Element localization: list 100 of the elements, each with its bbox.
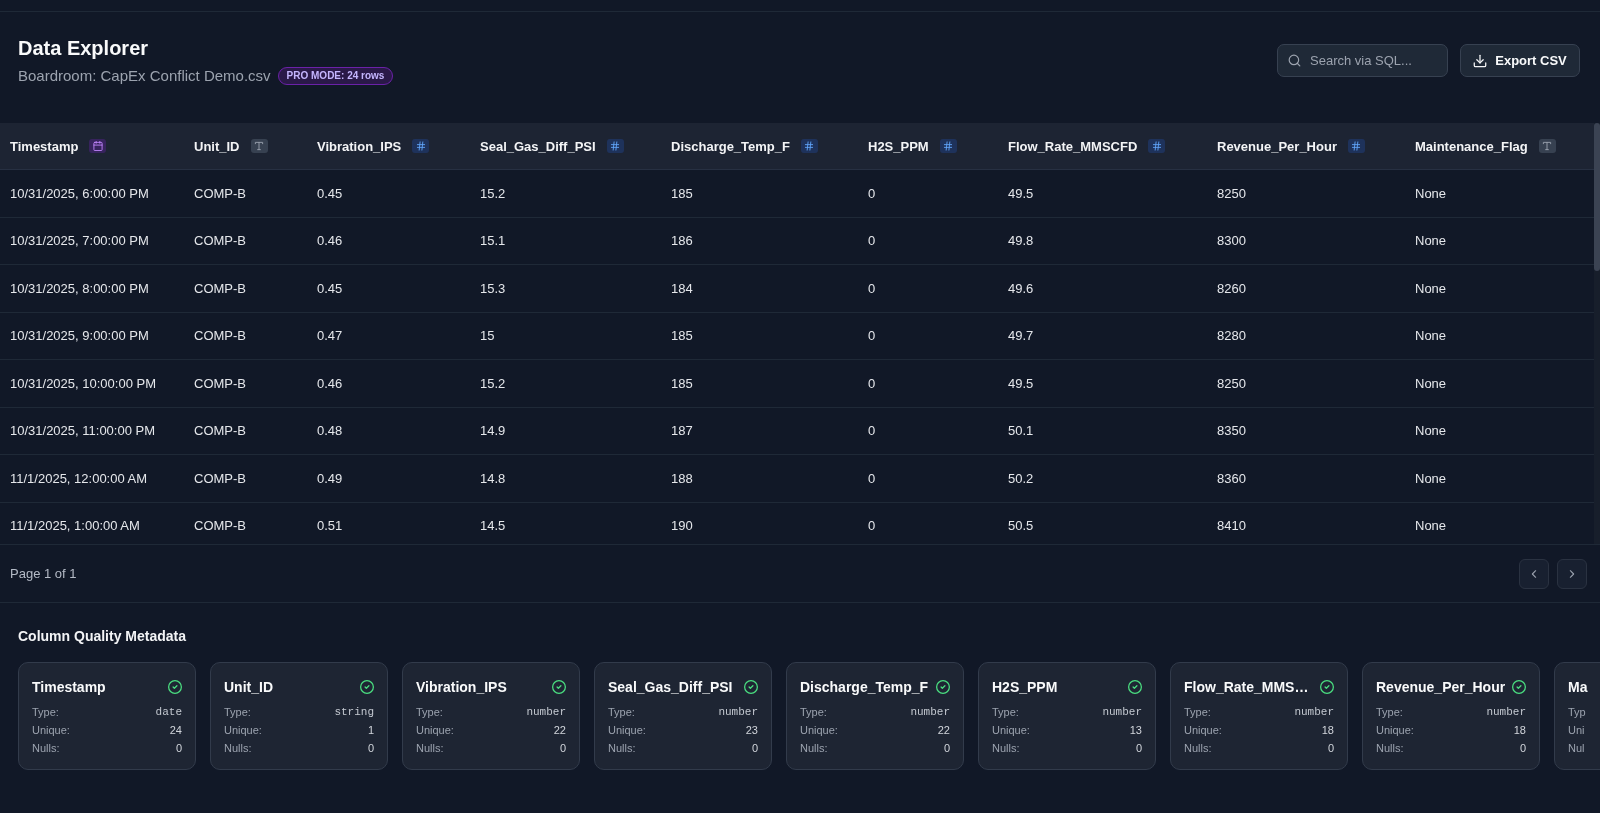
stat-value: 24	[169, 724, 182, 736]
table-cell: COMP-B	[194, 423, 246, 439]
table-cell: 0	[868, 280, 876, 296]
table-cell: 10/31/2025, 10:00:00 PM	[10, 375, 156, 391]
stat-label: Type:	[416, 706, 443, 718]
stat-label: Nulls:	[416, 742, 444, 754]
table-cell: 0.47	[317, 328, 343, 344]
stat-label: Type:	[1376, 706, 1403, 718]
table-cell: 8360	[1217, 470, 1246, 486]
table-cell: COMP-B	[194, 185, 246, 201]
table-cell: 185	[671, 328, 693, 344]
calendar-icon	[89, 139, 107, 153]
table-cell: 11/1/2025, 1:00:00 AM	[10, 518, 140, 534]
table-cell: 190	[671, 518, 693, 534]
table-cell: 8250	[1217, 185, 1246, 201]
table-cell: 0	[868, 470, 876, 486]
page-indicator: Page 1 of 1	[10, 566, 77, 581]
stat-label: Unique:	[224, 724, 262, 736]
table-cell: 0	[868, 328, 876, 344]
stat-value: number	[718, 706, 758, 718]
table-cell: 10/31/2025, 6:00:00 PM	[10, 185, 149, 201]
stat-value: 0	[175, 742, 182, 754]
column-header: Unit_ID	[194, 138, 240, 154]
table-cell: COMP-B	[194, 375, 246, 391]
table-cell: 14.8	[480, 470, 506, 486]
stat-label: Unique:	[416, 724, 454, 736]
table-cell: 0	[868, 233, 876, 249]
table-cell: 8250	[1217, 375, 1246, 391]
column-header: Discharge_Temp_F	[671, 138, 790, 154]
stat-value: 0	[1327, 742, 1334, 754]
table-cell: 15.3	[480, 280, 506, 296]
stat-label: Nulls:	[608, 742, 636, 754]
stat-value: 0	[367, 742, 374, 754]
card-title: Vibration_IPS	[416, 679, 507, 695]
table-cell: None	[1415, 375, 1447, 391]
table-cell: 0.46	[317, 375, 343, 391]
table-cell: 8260	[1217, 280, 1246, 296]
table-cell: 0	[868, 185, 876, 201]
table-cell: 0.49	[317, 470, 343, 486]
table-cell: COMP-B	[194, 233, 246, 249]
column-header: Revenue_Per_Hour	[1217, 138, 1337, 154]
table-cell: 185	[671, 375, 693, 391]
scrollbar-thumb[interactable]	[1594, 123, 1600, 271]
hash-icon	[1148, 139, 1166, 153]
table-cell: 11/1/2025, 12:00:00 AM	[10, 470, 148, 486]
file-name: Boardroom: CapEx Conflict Demo.csv	[18, 67, 271, 85]
column-header: H2S_PPM	[868, 138, 929, 154]
previous-page-button[interactable]	[1519, 558, 1549, 589]
stat-value: 0	[1519, 742, 1526, 754]
card-title: Flow_Rate_MMS…	[1184, 679, 1309, 695]
stat-value: date	[155, 706, 182, 718]
table-cell: 50.5	[1008, 518, 1034, 534]
table-cell: 8350	[1217, 423, 1246, 439]
stat-value: string	[334, 706, 374, 718]
table-cell: 10/31/2025, 9:00:00 PM	[10, 328, 149, 344]
stat-value: number	[1294, 706, 1334, 718]
search-field[interactable]: Search via SQL...	[1277, 44, 1448, 77]
table-cell: 15	[480, 328, 495, 344]
table-cell: 14.5	[480, 518, 506, 534]
stat-label: Type:	[1184, 706, 1211, 718]
stat-value: 0	[751, 742, 758, 754]
stat-value: 18	[1513, 724, 1526, 736]
stat-label: Type:	[608, 706, 635, 718]
export-csv-button[interactable]: Export CSV	[1460, 44, 1580, 77]
stat-label: Unique:	[800, 724, 838, 736]
stat-label: Nul	[1568, 742, 1585, 754]
stat-label: Nulls:	[992, 742, 1020, 754]
section-title: Column Quality Metadata	[18, 627, 187, 645]
table-cell: 49.6	[1008, 280, 1034, 296]
download-icon	[1473, 53, 1488, 68]
table-cell: 49.7	[1008, 328, 1034, 344]
table-cell: 49.5	[1008, 375, 1034, 391]
table-cell: None	[1415, 233, 1447, 249]
stat-label: Unique:	[1184, 724, 1222, 736]
table-cell: 184	[671, 280, 693, 296]
hash-icon	[412, 139, 430, 153]
card-title: Unit_ID	[224, 679, 273, 695]
table-cell: 49.8	[1008, 233, 1034, 249]
text-type-icon	[1538, 139, 1556, 153]
card-title: Ma	[1568, 679, 1588, 695]
stat-label: Type:	[992, 706, 1019, 718]
table-cell: COMP-B	[194, 280, 246, 296]
stat-value: number	[1102, 706, 1142, 718]
table-cell: 15.2	[480, 185, 506, 201]
table-cell: None	[1415, 470, 1447, 486]
table-cell: 8280	[1217, 328, 1246, 344]
table-cell: 15.2	[480, 375, 506, 391]
stat-value: 18	[1321, 724, 1334, 736]
table-cell: 188	[671, 470, 693, 486]
next-page-button[interactable]	[1557, 558, 1587, 589]
table-cell: COMP-B	[194, 328, 246, 344]
table-cell: 0.46	[317, 233, 343, 249]
table-cell: 186	[671, 233, 693, 249]
stat-label: Unique:	[992, 724, 1030, 736]
table-cell: 50.2	[1008, 470, 1034, 486]
stat-label: Unique:	[608, 724, 646, 736]
stat-value: number	[910, 706, 950, 718]
hash-icon	[939, 139, 957, 153]
stat-label: Nulls:	[1184, 742, 1212, 754]
card-title: Timestamp	[32, 679, 106, 695]
